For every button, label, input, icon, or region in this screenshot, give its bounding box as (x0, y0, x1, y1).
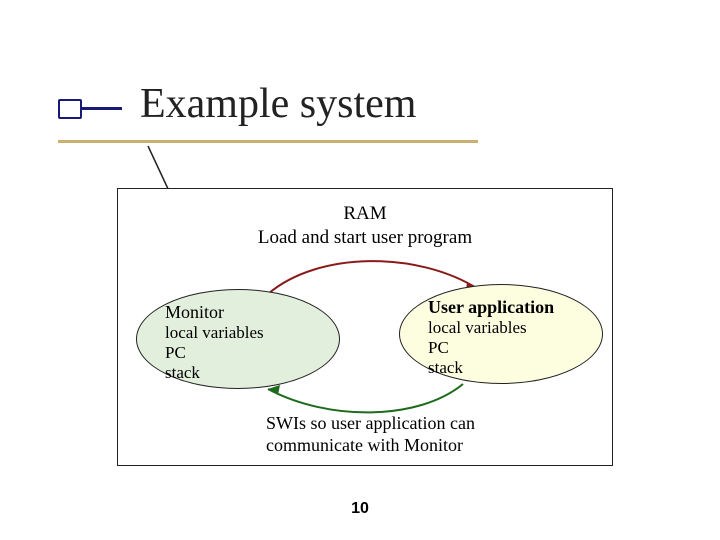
monitor-heading: Monitor (165, 302, 264, 323)
diagram-box: RAM Load and start user program Monitor … (117, 188, 613, 466)
user-line3: stack (428, 358, 554, 378)
slide-title: Example system (140, 81, 416, 127)
monitor-line3: stack (165, 363, 264, 383)
monitor-ellipse: Monitor local variables PC stack (136, 289, 340, 389)
title-bullet-icon (58, 99, 82, 119)
monitor-line2: PC (165, 343, 264, 363)
title-underline (58, 140, 478, 143)
ram-label: RAM (118, 203, 612, 225)
user-heading: User application (428, 297, 554, 318)
arc-load-start (268, 261, 478, 294)
monitor-line1: local variables (165, 323, 264, 343)
user-line1: local variables (428, 318, 554, 338)
page-number: 10 (0, 500, 720, 518)
title-area: Example system (58, 80, 416, 128)
user-ellipse: User application local variables PC stac… (399, 284, 603, 384)
arc-swi (268, 384, 463, 412)
user-line2: PC (428, 338, 554, 358)
load-label: Load and start user program (118, 227, 612, 249)
swi-text: SWIs so user application can communicate… (266, 413, 576, 456)
